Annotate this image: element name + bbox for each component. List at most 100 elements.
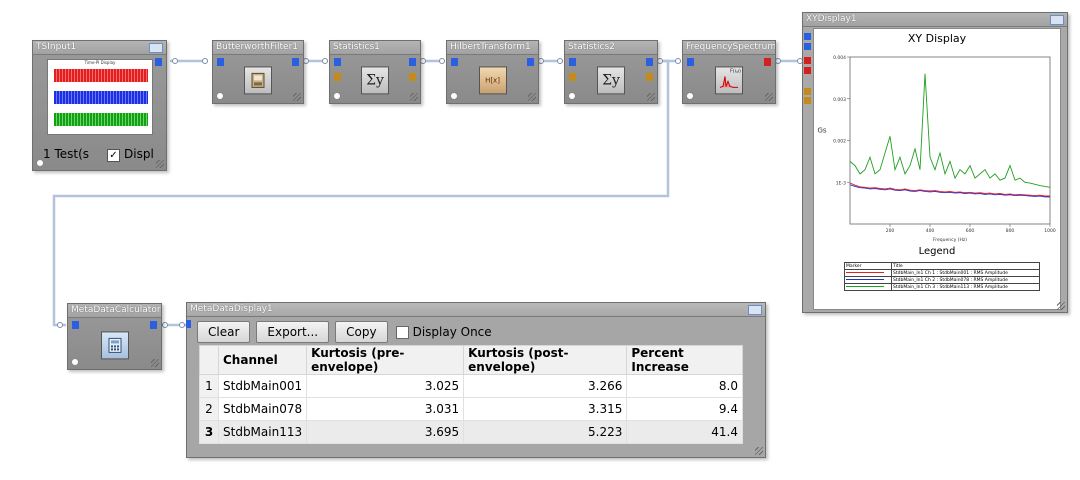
window-restore-icon[interactable] — [748, 305, 762, 315]
node-status-dot — [568, 92, 576, 100]
node-status-dot — [216, 92, 224, 100]
butterworth-filter-node[interactable]: ButterworthFilter1 — [212, 40, 304, 104]
node-status-dot — [450, 92, 458, 100]
kurtosis-pre-cell: 3.025 — [306, 374, 465, 398]
window-restore-icon[interactable] — [1050, 15, 1064, 25]
filter-icon — [244, 66, 272, 95]
ts-input-node[interactable]: TSInput1 Time-Pl Display 1 Test(s ✓ Disp… — [32, 40, 167, 171]
column-header-kurtosis-pre[interactable]: Kurtosis (pre-envelope) — [306, 345, 465, 375]
legend-header-row: Marker Title — [844, 262, 1040, 270]
xy-input-port-2[interactable] — [804, 43, 811, 50]
node-status-dot — [71, 358, 79, 366]
xy-input-port-3[interactable] — [804, 57, 811, 64]
statistics2-icon-text: Σy — [602, 72, 620, 89]
metadata-calculator-node[interactable]: MetaDataCalculator1 — [67, 303, 162, 370]
metadata-display-title: MetaDataDisplay1 — [187, 303, 765, 317]
column-header-percent-increase[interactable]: Percent Increase — [626, 345, 743, 375]
row-number: 1 — [199, 374, 219, 398]
percent-increase-cell: 9.4 — [626, 397, 743, 421]
xy-input-port-6[interactable] — [804, 97, 811, 104]
node-status-dot — [36, 159, 44, 167]
xy-spectrum-chart[interactable]: 0.004 0.003 0.002 1E-3 200 400 600 800 1000 Frequ… — [814, 29, 1060, 244]
hilbert-icon-text: H[x] — [485, 76, 500, 85]
window-restore-icon[interactable] — [149, 43, 163, 53]
statistics1-title: Statistics1 — [330, 41, 420, 55]
legend-title-header: Title — [891, 262, 1040, 270]
display-checkbox-label: Displ — [124, 147, 154, 161]
xy-display-window[interactable]: XYDisplay1 XY Display 0.004 0.003 0.002 1E-… — [802, 12, 1068, 313]
kurtosis-post-cell: 3.315 — [463, 397, 628, 421]
row-number-header — [199, 345, 219, 375]
statistics1-node[interactable]: Statistics1 Σy — [329, 40, 421, 104]
x-axis-label: Frequency (Hz) — [933, 237, 967, 243]
legend-entry-text: StdbMain_In1 Ch 3 : StdbMain113 : RMS Am… — [891, 283, 1040, 291]
kurtosis-post-cell: 3.266 — [463, 374, 628, 398]
channel-cell: StdbMain001 — [217, 374, 308, 398]
butterworth-filter-title: ButterworthFilter1 — [213, 41, 303, 55]
display-once-checkbox[interactable] — [395, 325, 409, 339]
column-header-channel[interactable]: Channel — [217, 345, 308, 375]
table-row[interactable]: 2 StdbMain078 3.031 3.315 9.4 — [199, 397, 743, 421]
legend-swatch-blue — [844, 276, 892, 284]
legend-row: StdbMain_In1 Ch 3 : StdbMain113 : RMS Am… — [844, 283, 1040, 291]
row-number: 3 — [199, 420, 219, 444]
hilbert-transform-icon: H[x] — [478, 66, 507, 95]
ts-input-footer: 1 Test(s ✓ Displ — [33, 146, 166, 170]
clear-button[interactable]: Clear — [197, 321, 251, 343]
resize-grip-icon[interactable] — [755, 447, 763, 455]
xy-input-port-5[interactable] — [804, 88, 811, 95]
plot-area — [849, 56, 1051, 225]
y-tick-label: 0.004 — [833, 55, 846, 61]
y-tick-label: 0.003 — [833, 97, 846, 103]
y-tick-label: 1E-3 — [836, 180, 846, 186]
resize-grip-icon[interactable] — [647, 93, 655, 101]
channel-cell: StdbMain113 — [217, 420, 308, 444]
legend-row: StdbMain_In1 Ch 2 : StdbMain078 : RMS Am… — [844, 276, 1040, 284]
kurtosis-pre-cell: 3.695 — [306, 420, 465, 444]
x-tick-label: 800 — [1006, 228, 1015, 234]
ts-green-band — [54, 113, 148, 126]
legend-title: Legend — [918, 246, 956, 257]
resize-grip-icon[interactable] — [151, 359, 159, 367]
display-checkbox[interactable]: ✓ — [107, 149, 120, 162]
metadata-display-toolbar: Clear Export... Copy Display Once — [197, 321, 492, 343]
test-count-label: 1 Test(s — [43, 147, 90, 161]
metadata-display-input-port[interactable] — [186, 320, 191, 328]
metadata-table: Channel Kurtosis (pre-envelope) Kurtosis… — [199, 345, 743, 444]
spectrum-glyph-icon — [719, 76, 738, 88]
ts-blue-band — [54, 91, 148, 104]
x-tick-label: 1000 — [1044, 228, 1056, 234]
kurtosis-post-cell: 5.223 — [463, 420, 628, 444]
metadata-display-window[interactable]: MetaDataDisplay1 Clear Export... Copy Di… — [186, 302, 766, 458]
resize-grip-icon[interactable] — [410, 93, 418, 101]
spectrum-icon-text: F(ω) — [730, 68, 741, 75]
spectrum-icon: F(ω) — [715, 66, 743, 95]
export-button[interactable]: Export... — [256, 321, 330, 343]
table-header-row: Channel Kurtosis (pre-envelope) Kurtosis… — [199, 345, 743, 375]
frequency-spectrum-node[interactable]: FrequencySpectrum1 F(ω) — [682, 40, 776, 104]
hilbert-transform-node[interactable]: HilbertTransform1 H[x] — [446, 40, 539, 104]
display-once-label: Display Once — [412, 325, 492, 339]
xy-input-port-1[interactable] — [804, 33, 811, 40]
calculator-icon — [100, 330, 129, 359]
sigma-icon: Σy — [597, 66, 625, 95]
legend-table: Marker Title StdbMain_In1 Ch 1 : StdbMai… — [844, 262, 1040, 291]
statistics1-icon-text: Σy — [366, 72, 384, 89]
table-row[interactable]: 1 StdbMain001 3.025 3.266 8.0 — [199, 374, 743, 398]
node-status-dot — [686, 92, 694, 100]
xy-input-port-4[interactable] — [804, 67, 811, 74]
resize-grip-icon[interactable] — [528, 93, 536, 101]
sigma-icon: Σy — [361, 66, 389, 95]
resize-grip-icon[interactable] — [293, 93, 301, 101]
resize-grip-icon[interactable] — [765, 93, 773, 101]
column-header-kurtosis-post[interactable]: Kurtosis (post-envelope) — [463, 345, 628, 375]
ts-input-output-port[interactable] — [155, 58, 162, 66]
table-row[interactable]: 3 StdbMain113 3.695 5.223 41.4 — [199, 420, 743, 444]
legend-entry-text: StdbMain_In1 Ch 1 : StdbMain001 : RMS Am… — [891, 269, 1040, 277]
resize-grip-icon[interactable] — [1057, 302, 1065, 310]
display-once-toggle[interactable]: Display Once — [395, 325, 492, 339]
node-status-dot — [333, 92, 341, 100]
copy-button[interactable]: Copy — [335, 321, 388, 343]
resize-grip-icon[interactable] — [156, 160, 164, 168]
statistics2-node[interactable]: Statistics2 Σy — [564, 40, 658, 104]
